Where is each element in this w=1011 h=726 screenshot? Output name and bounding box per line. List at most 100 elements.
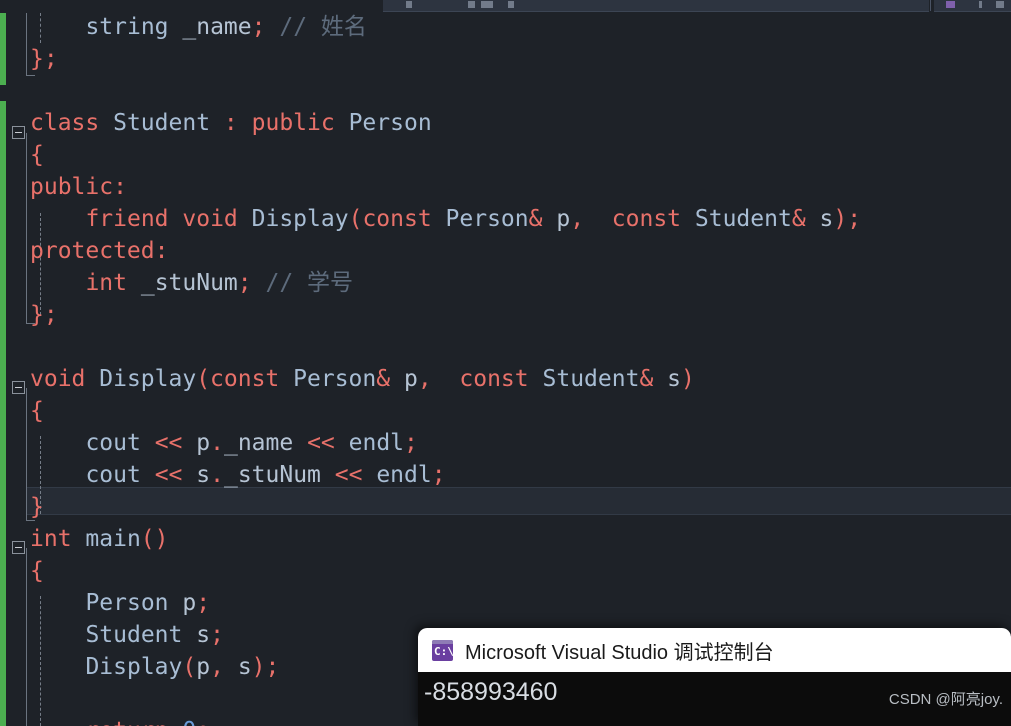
code-token: Student (85, 622, 183, 648)
code-token: << (307, 430, 335, 456)
code-editor[interactable]: string _name; // 姓名}; class Student : pub… (0, 13, 1011, 726)
code-token: ; (43, 302, 58, 328)
code-line[interactable]: friend void Display(const Person& p, con… (85, 203, 861, 235)
code-token: endl (376, 462, 432, 488)
visual-studio-screenshot: string _name; // 姓名}; class Student : pub… (0, 0, 1011, 726)
code-line[interactable]: }; (30, 299, 58, 331)
console-title-bar[interactable]: C:\ Microsoft Visual Studio 调试控制台 (418, 628, 1011, 672)
code-token: , (210, 654, 224, 680)
code-line[interactable]: { (30, 395, 44, 427)
code-line[interactable]: protected: (30, 235, 168, 267)
toolbar-group-right[interactable] (934, 0, 1011, 12)
code-token: string (85, 14, 169, 40)
code-token: const (611, 206, 682, 232)
code-line[interactable]: Person p; (85, 587, 210, 619)
code-token: ) (681, 366, 695, 392)
console-output-line: -858993460 (424, 678, 558, 706)
code-token: 0 (182, 718, 196, 726)
code-token: public (30, 174, 114, 200)
toolbar-icon-1[interactable] (406, 1, 412, 8)
scope-line-person (26, 13, 27, 75)
code-line[interactable]: return 0; (85, 715, 210, 726)
debug-console-window[interactable]: C:\ Microsoft Visual Studio 调试控制台 -85899… (418, 628, 1011, 726)
code-line[interactable]: class Student : public Person (30, 107, 432, 139)
scope-line-display (26, 388, 27, 520)
code-token: int (30, 526, 72, 552)
code-token: Person (85, 590, 169, 616)
code-line[interactable]: } (30, 491, 44, 523)
collapse-toggle-student[interactable] (12, 126, 25, 139)
code-line[interactable]: { (30, 139, 44, 171)
code-token: class (30, 110, 100, 136)
code-token: : (154, 238, 169, 264)
code-token: . (210, 462, 224, 488)
code-token: ( (348, 206, 363, 232)
code-token: ; (431, 462, 446, 488)
indent-guide-4 (40, 596, 41, 726)
scope-line-student (26, 133, 27, 323)
current-line-highlight (26, 487, 1011, 515)
code-line[interactable]: }; (30, 43, 58, 75)
code-token: Student (113, 110, 211, 136)
toolbar-icon-3[interactable] (481, 1, 493, 8)
collapse-toggle-display[interactable] (12, 381, 25, 394)
code-token: Display (251, 206, 349, 232)
code-line[interactable]: { (30, 555, 44, 587)
console-title-text: Microsoft Visual Studio 调试控制台 (465, 641, 774, 664)
toolbar-icon-7[interactable] (996, 1, 1004, 8)
code-token: ; (404, 430, 418, 456)
code-token: ( (196, 366, 211, 392)
csdn-watermark: CSDN @阿亮joy. (888, 691, 1003, 708)
code-token: p (196, 430, 211, 456)
code-token: cout (85, 462, 141, 488)
code-line[interactable]: cout << p._name << endl; (85, 427, 417, 459)
code-line[interactable]: void Display(const Person& p, const Stud… (30, 363, 695, 395)
code-token: ( (182, 654, 197, 680)
code-token: & (791, 206, 806, 232)
code-line[interactable]: Student s; (85, 619, 224, 651)
code-token: : (223, 110, 238, 136)
code-line[interactable]: int main() (30, 523, 169, 555)
code-token: main (85, 526, 141, 552)
toolbar-group-left[interactable] (383, 0, 929, 12)
console-output-area[interactable]: -858993460 CSDN @阿亮joy. (418, 672, 1011, 726)
code-line[interactable]: string _name; // 姓名 (85, 11, 366, 43)
toolbar-icon-4[interactable] (508, 1, 514, 8)
code-token: return (85, 718, 168, 726)
code-token: ); (833, 206, 862, 232)
toolbar-icon-6[interactable] (979, 1, 982, 8)
code-line[interactable]: cout << s._stuNum << endl; (85, 459, 445, 491)
code-token: protected (30, 238, 155, 264)
code-line[interactable]: int _stuNum; // 学号 (85, 267, 353, 299)
code-token: << (154, 430, 183, 456)
code-token: s (196, 462, 211, 488)
code-token: & (376, 366, 391, 392)
toolbar-icon-2[interactable] (468, 1, 475, 8)
code-token: public (251, 110, 335, 136)
code-token: { (30, 398, 44, 424)
toolbar-icon-5[interactable] (946, 1, 955, 8)
code-token: Person (445, 206, 529, 232)
code-line[interactable]: Display(p, s); (85, 651, 279, 683)
code-token: ; (196, 590, 211, 616)
code-line[interactable]: public: (30, 171, 127, 203)
collapse-toggle-main[interactable] (12, 541, 25, 554)
console-icon-text: C:\ (434, 644, 453, 658)
